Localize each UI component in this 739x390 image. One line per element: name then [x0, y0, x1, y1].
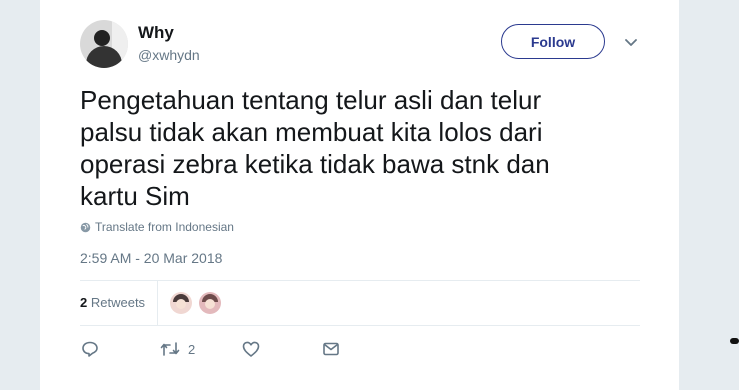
- retweeter-avatar[interactable]: [199, 292, 221, 314]
- retweets-count: 2: [80, 295, 88, 310]
- action-bar: 2: [80, 340, 640, 362]
- reply-button[interactable]: [81, 340, 99, 358]
- user-handle[interactable]: @xwhydn: [138, 47, 200, 63]
- reply-icon: [82, 341, 98, 357]
- tweet-card: Why @xwhydn Follow Pengetahuan tentang t…: [40, 0, 679, 390]
- message-icon: [323, 342, 339, 356]
- retweets-label: Retweets: [90, 295, 146, 310]
- translate-label: Translate from Indonesian: [95, 220, 234, 234]
- retweeter-avatar[interactable]: [170, 292, 192, 314]
- message-button[interactable]: [322, 340, 340, 358]
- retweet-button[interactable]: 2: [160, 340, 195, 358]
- avatar[interactable]: [80, 20, 128, 68]
- tweet-line: palsu tidak akan membuat kita lolos dari: [80, 117, 543, 147]
- divider: [80, 325, 640, 326]
- follow-button[interactable]: Follow: [501, 24, 605, 59]
- tweet-line: operasi zebra ketika tidak bawa stnk dan: [80, 149, 550, 179]
- like-icon: [242, 341, 260, 357]
- like-button[interactable]: [242, 340, 260, 358]
- retweet-count: 2: [188, 341, 196, 357]
- tweet-text: Pengetahuan tentang telur asli dan telur…: [80, 84, 640, 212]
- tweet-line: kartu Sim: [80, 181, 190, 211]
- translate-link[interactable]: Translate from Indonesian: [80, 220, 234, 234]
- edge-marker: [730, 338, 739, 344]
- chevron-down-icon[interactable]: [624, 35, 638, 49]
- globe-icon: [80, 222, 91, 232]
- user-name[interactable]: Why: [138, 23, 174, 43]
- tweet-timestamp[interactable]: 2:59 AM - 20 Mar 2018: [80, 250, 222, 266]
- stats-row: 2 Retweets: [80, 281, 640, 325]
- stats-separator: [157, 281, 158, 325]
- retweets-stat[interactable]: 2 Retweets: [80, 295, 145, 310]
- retweet-icon: [160, 342, 180, 356]
- tweet-line: Pengetahuan tentang telur asli dan telur: [80, 85, 542, 115]
